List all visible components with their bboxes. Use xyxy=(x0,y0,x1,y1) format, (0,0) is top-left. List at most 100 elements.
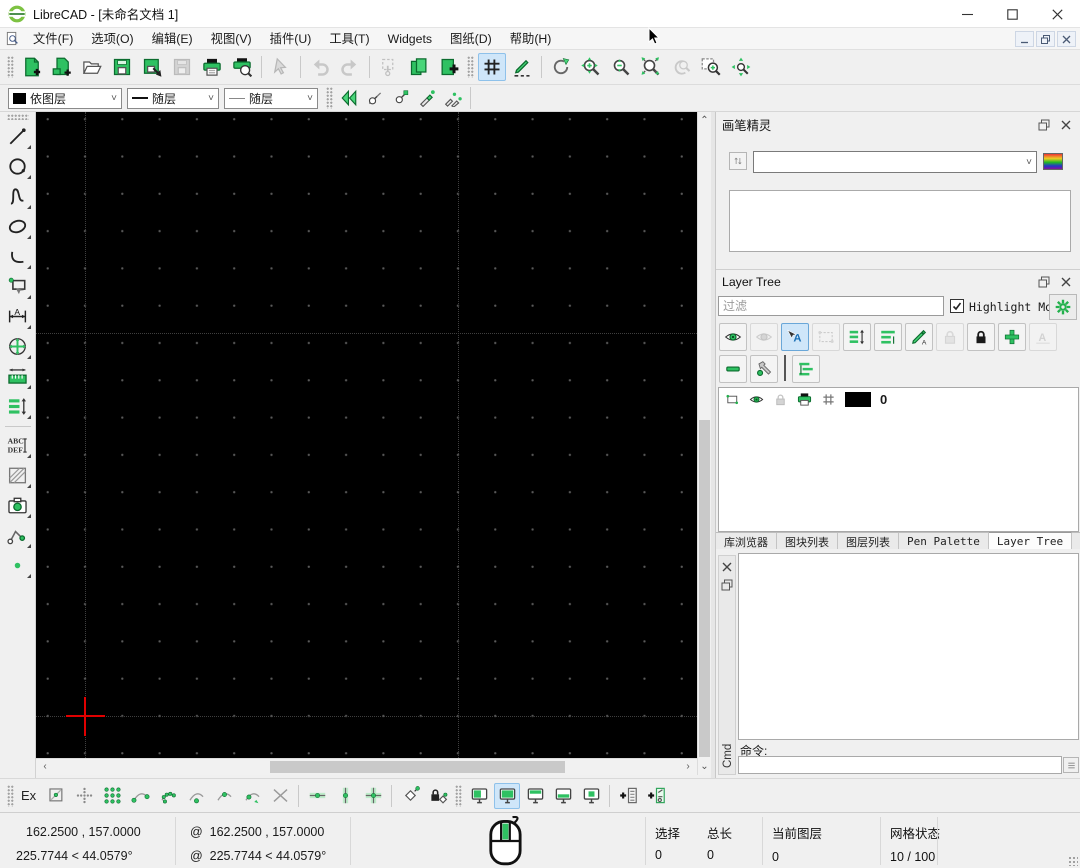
lock-all-button[interactable] xyxy=(967,323,995,351)
construction-icon[interactable] xyxy=(725,392,740,407)
horizontal-scroll-thumb[interactable] xyxy=(270,761,565,773)
minimize-button[interactable] xyxy=(945,0,990,28)
cut-button[interactable] xyxy=(375,53,403,81)
maximize-button[interactable] xyxy=(990,0,1035,28)
menu-编辑[interactable]: 编辑(E) xyxy=(143,28,202,50)
redraw-button[interactable] xyxy=(547,53,575,81)
back-button[interactable] xyxy=(337,86,361,110)
layer-filter-input[interactable]: 过滤 xyxy=(718,296,944,316)
polyline-tool-button[interactable] xyxy=(4,521,32,549)
tree-view-button[interactable] xyxy=(792,355,820,383)
close-panel-icon[interactable] xyxy=(1058,117,1074,133)
exclusive-snap-label[interactable]: Ex xyxy=(21,788,36,803)
rename-layer-button[interactable]: A xyxy=(1029,323,1057,351)
float-panel-icon[interactable] xyxy=(1036,117,1052,133)
dimension-tool-button[interactable]: A xyxy=(4,302,32,330)
layer-list[interactable]: 0 xyxy=(718,387,1079,532)
select-entity-tool-button[interactable] xyxy=(4,272,32,300)
point-tool-button[interactable] xyxy=(4,551,32,579)
menu-视图[interactable]: 视图(V) xyxy=(202,28,261,50)
canvas-vertical-scrollbar[interactable]: ⌃ ⌄ xyxy=(697,112,711,775)
snap-endpoints-button[interactable] xyxy=(127,783,153,809)
zoom-in-button[interactable] xyxy=(577,53,605,81)
add-dock-palette-button[interactable] xyxy=(643,783,669,809)
float-panel-icon[interactable] xyxy=(719,577,735,593)
arc-tool-button[interactable] xyxy=(4,242,32,270)
lock-icon[interactable] xyxy=(773,392,788,407)
toolbar-drag-handle[interactable] xyxy=(467,56,474,78)
new-from-template-button[interactable] xyxy=(48,53,76,81)
drawing-canvas[interactable] xyxy=(36,112,697,758)
grid-toggle-button[interactable] xyxy=(478,53,506,81)
view-1-button[interactable] xyxy=(466,783,492,809)
restrict-orthogonal-button[interactable] xyxy=(360,783,386,809)
scroll-down-icon[interactable]: ⌄ xyxy=(698,760,711,774)
line-width-combo[interactable]: 随层 ˅ xyxy=(127,88,219,109)
vertical-scroll-thumb[interactable] xyxy=(699,420,710,757)
dock-tab-库浏览器[interactable]: 库浏览器 xyxy=(716,533,777,549)
measure-tool-button[interactable] xyxy=(4,362,32,390)
add-dock-list-button[interactable] xyxy=(615,783,641,809)
new-drawing-button[interactable] xyxy=(18,53,46,81)
layer-settings-button[interactable] xyxy=(1049,294,1077,320)
select-pointer-button[interactable] xyxy=(267,53,295,81)
show-all-layers-button[interactable] xyxy=(719,323,747,351)
close-panel-icon[interactable] xyxy=(719,559,735,575)
ellipse-tool-button[interactable] xyxy=(4,212,32,240)
zoom-pan-button[interactable] xyxy=(727,53,755,81)
toolbar-drag-handle[interactable] xyxy=(7,114,29,120)
circle-tool-button[interactable] xyxy=(4,152,32,180)
layer-tool-button[interactable] xyxy=(750,355,778,383)
edit-layer-pen-button[interactable]: A xyxy=(905,323,933,351)
save-as-button[interactable] xyxy=(138,53,166,81)
apply-pen-to-entity-button[interactable] xyxy=(389,86,413,110)
save-button[interactable] xyxy=(108,53,136,81)
toolbar-drag-handle[interactable] xyxy=(7,56,14,78)
resize-grip[interactable] xyxy=(1068,856,1078,866)
toolbar-drag-handle[interactable] xyxy=(326,87,333,109)
restrict-vertical-button[interactable] xyxy=(332,783,358,809)
command-history[interactable] xyxy=(738,553,1079,740)
undo-button[interactable] xyxy=(306,53,334,81)
modify-tool-button[interactable] xyxy=(4,332,32,360)
layer-color-swatch[interactable] xyxy=(845,392,871,407)
image-tool-button[interactable] xyxy=(4,491,32,519)
snap-grid-button[interactable] xyxy=(71,783,97,809)
dock-tab-图块列表[interactable]: 图块列表 xyxy=(777,533,838,549)
zoom-window-button[interactable] xyxy=(697,53,725,81)
pen-wizard-list[interactable] xyxy=(729,190,1071,252)
sort-layers-button[interactable] xyxy=(843,323,871,351)
add-layer-button[interactable] xyxy=(998,323,1026,351)
menu-工具[interactable]: 工具(T) xyxy=(320,28,378,50)
restrict-horizontal-button[interactable] xyxy=(304,783,330,809)
unlock-all-button[interactable] xyxy=(936,323,964,351)
pen-wizard-combo[interactable]: ˅ xyxy=(753,151,1037,173)
command-input[interactable] xyxy=(738,756,1062,774)
view-2-button[interactable] xyxy=(494,783,520,809)
dock-tab-layer-tree[interactable]: Layer Tree xyxy=(989,532,1072,549)
scroll-left-icon[interactable]: ‹ xyxy=(39,760,51,774)
copy-pen-button[interactable] xyxy=(415,86,439,110)
canvas-horizontal-scrollbar[interactable]: ‹ › xyxy=(36,758,697,775)
menu-图纸[interactable]: 图纸(D) xyxy=(441,28,501,50)
view-4-button[interactable] xyxy=(550,783,576,809)
scroll-up-icon[interactable]: ⌃ xyxy=(698,114,711,128)
line-tool-button[interactable] xyxy=(4,122,32,150)
zoom-previous-button[interactable] xyxy=(667,53,695,81)
open-file-button[interactable] xyxy=(78,53,106,81)
mdi-close-button[interactable] xyxy=(1057,31,1076,47)
zoom-out-button[interactable] xyxy=(607,53,635,81)
menu-帮助[interactable]: 帮助(H) xyxy=(501,28,561,50)
text-tool-button[interactable]: ABCDEF xyxy=(4,431,32,459)
print-button[interactable] xyxy=(198,53,226,81)
construction-layer-button[interactable] xyxy=(812,323,840,351)
snap-free-button[interactable] xyxy=(43,783,69,809)
lock-relative-zero-button[interactable] xyxy=(425,783,451,809)
menu-Widgets[interactable]: Widgets xyxy=(379,28,441,50)
snap-middle-button[interactable] xyxy=(211,783,237,809)
order-tool-button[interactable] xyxy=(4,392,32,420)
command-options-button[interactable] xyxy=(1063,757,1079,773)
zoom-auto-button[interactable] xyxy=(637,53,665,81)
mdi-minimize-button[interactable] xyxy=(1015,31,1034,47)
dock-tab-图层列表[interactable]: 图层列表 xyxy=(838,533,899,549)
